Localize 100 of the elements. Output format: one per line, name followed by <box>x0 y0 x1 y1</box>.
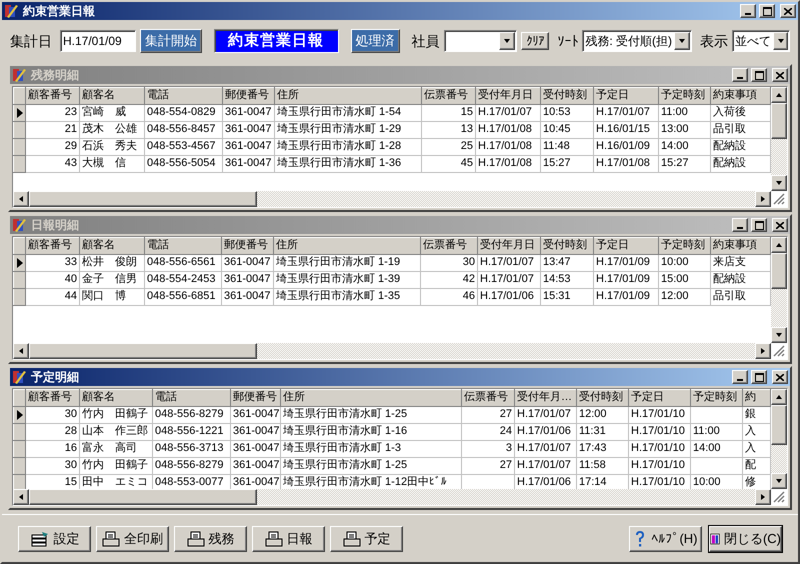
close-button[interactable] <box>772 218 788 232</box>
column-header[interactable]: 予定日 <box>594 238 658 254</box>
table-cell: 048-554-0829 <box>144 104 222 122</box>
footer-button[interactable]: 全印刷 <box>96 526 169 552</box>
staff-dropdown[interactable] <box>444 30 518 52</box>
column-header[interactable]: 電話 <box>144 238 222 254</box>
column-header[interactable]: 受付時刻 <box>540 88 594 104</box>
scroll-down-button[interactable] <box>771 327 787 343</box>
footer-button[interactable]: ﾍﾙﾌﾟ(H) <box>629 526 702 552</box>
processed-button[interactable]: 処理済 <box>350 29 400 53</box>
close-button[interactable] <box>772 370 788 384</box>
size-grip-icon[interactable] <box>773 193 785 205</box>
clear-button[interactable]: ｸﾘｱ <box>521 32 550 50</box>
scroll-right-button[interactable] <box>755 191 771 207</box>
scroll-left-button[interactable] <box>13 489 29 505</box>
size-grip-icon[interactable] <box>773 345 785 357</box>
column-header[interactable]: 予定日 <box>628 390 690 406</box>
up-arrow-icon <box>775 394 783 400</box>
scroll-up-button[interactable] <box>771 237 787 253</box>
scroll-right-button[interactable] <box>755 489 771 505</box>
column-header[interactable]: 受付時刻 <box>576 390 628 406</box>
table-cell: H.17/01/07 <box>514 406 576 424</box>
footer-button[interactable]: 閉じる(C) <box>709 526 782 552</box>
column-header[interactable]: 受付年月日 <box>476 88 540 104</box>
column-header[interactable]: 郵便番号 <box>222 88 274 104</box>
column-header[interactable]: 受付年月日 <box>478 238 540 254</box>
close-button[interactable] <box>780 4 796 18</box>
table-cell: 15:27 <box>658 156 710 172</box>
table-cell: H.16/01/15 <box>594 122 658 138</box>
row-selector[interactable] <box>14 254 26 272</box>
footer-button[interactable]: 設定 <box>18 526 91 552</box>
table-cell: 11:58 <box>576 458 628 474</box>
scroll-up-button[interactable] <box>771 87 787 103</box>
table-cell: 14:00 <box>658 138 710 156</box>
column-header[interactable]: 伝票番号 <box>462 390 514 406</box>
table-cell: 048-556-5054 <box>144 156 222 172</box>
column-header[interactable]: 電話 <box>152 390 230 406</box>
column-header[interactable]: 予定日 <box>594 88 658 104</box>
scroll-left-button[interactable] <box>13 191 29 207</box>
minimize-button[interactable] <box>732 68 748 82</box>
table-cell: 11:00 <box>658 104 710 122</box>
table-cell: 15:31 <box>540 288 594 306</box>
footer-button[interactable]: 予定 <box>330 526 403 552</box>
column-header[interactable]: 約束事項 <box>710 88 770 104</box>
scrollbar-thumb[interactable] <box>771 405 787 445</box>
column-header[interactable]: 顧客番号 <box>26 88 80 104</box>
scroll-down-button[interactable] <box>771 175 787 191</box>
table-cell: 15:00 <box>658 272 710 288</box>
scroll-up-button[interactable] <box>771 389 787 405</box>
column-header[interactable]: 受付時刻 <box>540 238 594 254</box>
sort-dropdown[interactable]: 残務: 受付順(担) <box>582 30 692 52</box>
column-header[interactable]: 顧客名 <box>80 238 144 254</box>
scroll-down-button[interactable] <box>771 473 787 489</box>
row-selector[interactable] <box>14 406 26 424</box>
maximize-button[interactable] <box>751 370 767 384</box>
minimize-button[interactable] <box>740 4 756 18</box>
column-header[interactable]: 予定時刻 <box>658 238 710 254</box>
scrollbar-thumb[interactable] <box>29 489 257 505</box>
table-cell: 46 <box>420 288 478 306</box>
scrollbar-thumb[interactable] <box>771 103 787 139</box>
minimize-button[interactable] <box>732 218 748 232</box>
column-header[interactable]: 住所 <box>274 88 422 104</box>
column-header[interactable]: 住所 <box>280 390 462 406</box>
column-header[interactable]: 予定時刻 <box>658 88 710 104</box>
column-header[interactable]: 約 <box>742 390 770 406</box>
column-header[interactable]: 顧客番号 <box>26 238 80 254</box>
scrollbar-thumb[interactable] <box>771 253 787 289</box>
column-header[interactable]: 住所 <box>274 238 420 254</box>
maximize-button[interactable] <box>751 218 767 232</box>
footer-button[interactable]: 残務 <box>174 526 247 552</box>
footer-button[interactable]: 日報 <box>252 526 325 552</box>
minimize-button[interactable] <box>732 370 748 384</box>
table-cell: H.17/01/09 <box>594 288 658 306</box>
table-cell: 45 <box>422 156 476 172</box>
row-selector[interactable] <box>14 104 26 122</box>
scroll-right-button[interactable] <box>755 343 771 359</box>
column-header[interactable]: 電話 <box>144 88 222 104</box>
date-field[interactable]: H.17/01/09 <box>60 30 136 52</box>
column-header[interactable]: 約束事項 <box>710 238 770 254</box>
column-header[interactable]: 顧客名 <box>80 88 144 104</box>
column-header[interactable]: 顧客名 <box>80 390 152 406</box>
date-label: 集計日 <box>10 32 52 50</box>
column-header[interactable]: 顧客番号 <box>26 390 80 406</box>
maximize-button[interactable] <box>751 68 767 82</box>
start-button[interactable]: 集計開始 <box>140 29 202 53</box>
column-header[interactable]: 伝票番号 <box>420 238 478 254</box>
view-dropdown[interactable]: 並べて <box>732 30 790 52</box>
scroll-left-button[interactable] <box>13 343 29 359</box>
column-header[interactable]: 郵便番号 <box>230 390 280 406</box>
table-cell: H.17/01/10 <box>628 440 690 458</box>
scrollbar-thumb[interactable] <box>29 343 257 359</box>
table-cell: 361-0047 <box>230 424 280 440</box>
column-header[interactable]: 郵便番号 <box>222 238 274 254</box>
column-header[interactable]: 予定時刻 <box>690 390 742 406</box>
close-button[interactable] <box>772 68 788 82</box>
maximize-button[interactable] <box>759 4 775 18</box>
column-header[interactable]: 伝票番号 <box>422 88 476 104</box>
size-grip-icon[interactable] <box>773 491 785 503</box>
scrollbar-thumb[interactable] <box>29 191 257 207</box>
column-header[interactable]: 受付年月… <box>514 390 576 406</box>
